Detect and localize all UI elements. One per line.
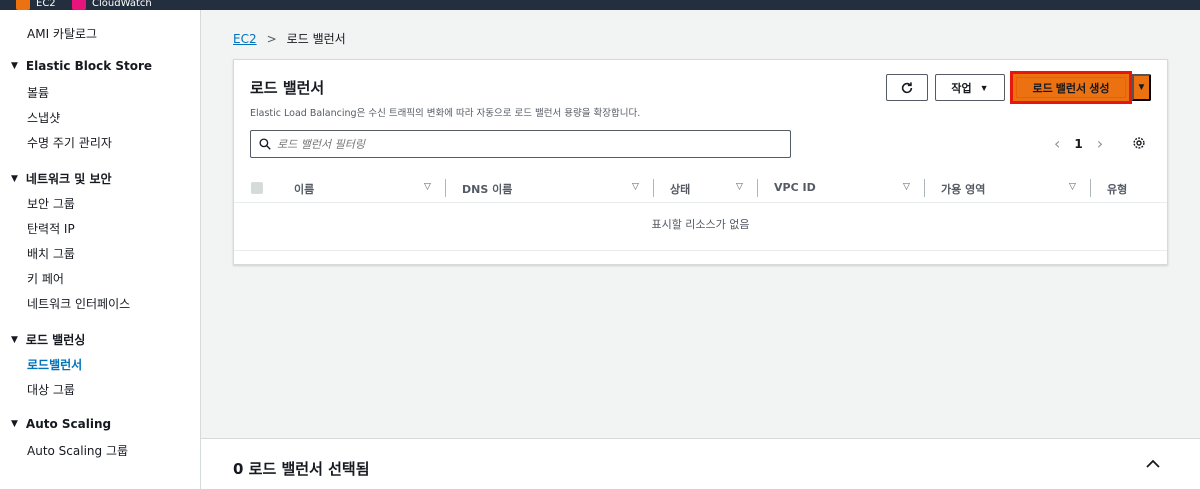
sidebar-item-auto-scaling-groups[interactable]: Auto Scaling 그룹 (27, 442, 227, 459)
sidebar-item-lifecycle-manager[interactable]: 수명 주기 관리자 (27, 134, 227, 151)
sort-icon[interactable]: ▽ (1069, 182, 1076, 192)
sidebar-item-key-pairs[interactable]: 키 페어 (27, 270, 227, 287)
column-header-dns-name[interactable]: DNS 이름 (462, 181, 512, 197)
column-divider (653, 179, 654, 197)
sidebar-navigation: AMI 카탈로그 ▼ Elastic Block Store 볼륨 스냅샷 수명 … (0, 10, 201, 489)
breadcrumb-current: 로드 밸런서 (286, 32, 346, 46)
sidebar-item-elastic-ips[interactable]: 탄력적 IP (27, 220, 227, 237)
search-icon (259, 138, 271, 150)
sidebar-item-ami-catalog[interactable]: AMI 카탈로그 (27, 25, 227, 42)
select-all-checkbox[interactable] (251, 182, 263, 194)
chevron-right-icon[interactable]: › (1097, 134, 1103, 153)
sidebar-group-elastic-block-store[interactable]: ▼ Elastic Block Store (11, 59, 211, 73)
page-description: Elastic Load Balancing은 수신 트래픽의 변화에 따라 자… (250, 108, 641, 119)
sidebar-item-target-groups[interactable]: 대상 그룹 (27, 381, 227, 398)
sidebar-group-load-balancing[interactable]: ▼ 로드 밸런싱 (11, 331, 211, 348)
refresh-icon (901, 81, 913, 93)
column-divider (757, 179, 758, 197)
breadcrumb: EC2 > 로드 밸런서 (233, 30, 346, 47)
sort-icon[interactable]: ▽ (903, 182, 910, 192)
service-shortcut-ec2[interactable]: EC2 (16, 0, 56, 10)
sidebar-item-placement-groups[interactable]: 배치 그룹 (27, 245, 227, 262)
chevron-right-icon: > (266, 31, 277, 46)
cloudwatch-icon (72, 0, 86, 10)
actions-dropdown-button[interactable]: 작업 ▼ (935, 74, 1005, 101)
chevron-up-icon (1146, 459, 1160, 468)
page-title: 로드 밸런서 (250, 79, 325, 97)
sort-icon[interactable]: ▽ (424, 182, 431, 192)
sort-icon[interactable]: ▽ (736, 182, 743, 192)
sidebar-item-security-groups[interactable]: 보안 그룹 (27, 195, 227, 212)
caret-down-icon: ▼ (11, 173, 18, 184)
sort-icon[interactable]: ▽ (632, 182, 639, 192)
create-options-dropdown-button[interactable]: ▼ (1132, 74, 1151, 101)
ec2-icon (16, 0, 30, 10)
column-divider (924, 179, 925, 197)
sidebar-item-load-balancers[interactable]: 로드밸런서 (27, 356, 227, 373)
filter-input[interactable] (277, 137, 757, 151)
column-header-state[interactable]: 상태 (670, 181, 690, 197)
sidebar-item-network-interfaces[interactable]: 네트워크 인터페이스 (27, 295, 227, 312)
caret-down-icon: ▼ (1136, 82, 1147, 93)
column-divider (1090, 179, 1091, 197)
column-divider (445, 179, 446, 197)
sidebar-group-network-security[interactable]: ▼ 네트워크 및 보안 (11, 170, 211, 187)
service-shortcut-cloudwatch[interactable]: CloudWatch (72, 0, 152, 10)
breadcrumb-link-ec2[interactable]: EC2 (233, 32, 257, 46)
page-number[interactable]: 1 (1074, 137, 1082, 151)
caret-down-icon: ▼ (11, 61, 18, 71)
refresh-button[interactable] (886, 74, 928, 101)
split-panel: 0 로드 밸런서 선택됨 (201, 438, 1200, 489)
sidebar-group-auto-scaling[interactable]: ▼ Auto Scaling (11, 417, 211, 431)
column-header-name[interactable]: 이름 (294, 181, 314, 197)
filter-search-box (250, 130, 791, 158)
selection-summary-title: 0 로드 밸런서 선택됨 (233, 460, 370, 478)
caret-down-icon: ▼ (11, 334, 18, 345)
top-navigation-bar: EC2 CloudWatch (0, 0, 1200, 10)
empty-table-message: 표시할 리소스가 없음 (234, 205, 1167, 251)
pagination: ‹ 1 › (1054, 134, 1103, 153)
column-header-availability-zones[interactable]: 가용 영역 (941, 181, 985, 197)
caret-down-icon: ▼ (11, 419, 18, 429)
column-header-vpc-id[interactable]: VPC ID (774, 181, 816, 194)
gear-icon (1133, 137, 1145, 149)
column-header-type[interactable]: 유형 (1107, 181, 1127, 197)
sidebar-item-snapshots[interactable]: 스냅샷 (27, 109, 227, 126)
create-load-balancer-button[interactable]: 로드 밸런서 생성 (1016, 77, 1126, 98)
table-preferences-button[interactable] (1132, 136, 1146, 153)
chevron-left-icon[interactable]: ‹ (1054, 134, 1060, 153)
sidebar-item-volumes[interactable]: 볼륨 (27, 84, 227, 101)
table-header: 이름 ▽ DNS 이름 ▽ 상태 ▽ VPC ID ▽ 가용 영역 ▽ 유형 (234, 173, 1167, 203)
load-balancers-panel: 로드 밸런서 Elastic Load Balancing은 수신 트래픽의 변… (233, 59, 1168, 265)
split-panel-toggle-button[interactable] (1145, 457, 1161, 474)
caret-down-icon: ▼ (979, 82, 989, 93)
create-load-balancer-highlight: 로드 밸런서 생성 (1010, 71, 1132, 104)
